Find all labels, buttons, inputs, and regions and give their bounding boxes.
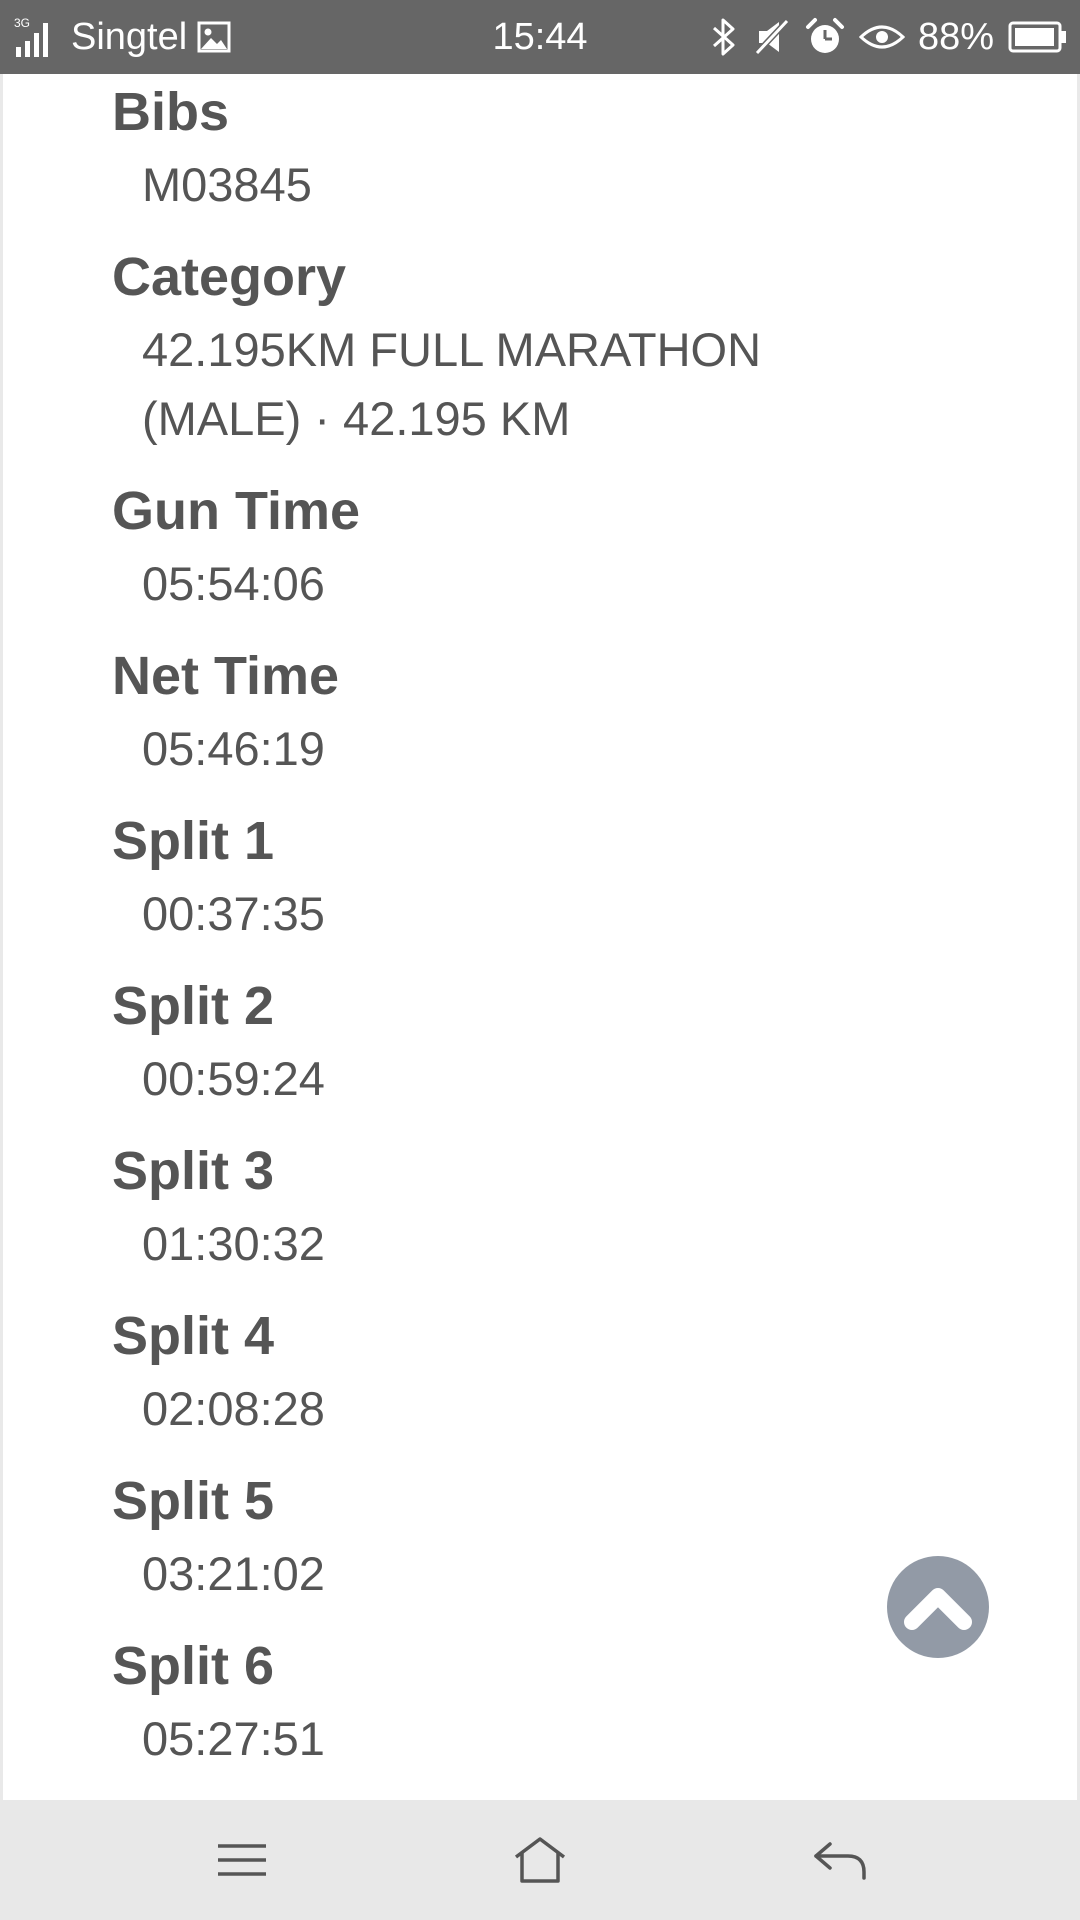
field-net-time: Net Time 05:46:19 (112, 644, 912, 783)
field-value: 02:08:28 (142, 1382, 325, 1435)
eye-icon (858, 20, 905, 54)
chevron-up-icon (902, 1582, 974, 1632)
battery-icon (1008, 20, 1068, 54)
field-value-line: 42.195KM FULL MARATHON (142, 323, 762, 376)
status-bar-left: 3G Singtel (14, 0, 231, 74)
field-label: Split 5 (112, 1471, 275, 1531)
field-value: 01:30:32 (142, 1217, 325, 1270)
field-label: Split 4 (112, 1306, 275, 1366)
menu-icon (214, 1840, 270, 1880)
image-icon (197, 20, 231, 54)
home-icon (512, 1835, 568, 1885)
field-bibs: Bibs M03845 (112, 80, 912, 219)
alarm-icon (805, 17, 845, 57)
field-split-4: Split 4 02:08:28 (112, 1304, 912, 1443)
field-label: Split 1 (112, 811, 275, 871)
scroll-to-top-button[interactable] (887, 1556, 989, 1658)
bluetooth-icon (709, 17, 739, 57)
field-label: Net Time (112, 646, 340, 706)
field-value: 42.195KM FULL MARATHON (MALE) · 42.195 K… (112, 315, 912, 453)
field-value: 05:46:19 (142, 722, 325, 775)
svg-text:3G: 3G (14, 16, 30, 30)
navigation-bar (0, 1800, 1080, 1920)
signal-icon: 3G (14, 15, 58, 59)
field-label: Split 3 (112, 1141, 275, 1201)
field-value: 00:59:24 (142, 1052, 325, 1105)
field-value: 05:27:51 (142, 1712, 325, 1765)
phone-screen: 3G Singtel 15:44 88% Bibs M03845 Categor… (0, 0, 1080, 1920)
field-value: 00:37:35 (142, 887, 325, 940)
field-split-3: Split 3 01:30:32 (112, 1139, 912, 1278)
carrier-name: Singtel (71, 15, 188, 58)
field-category: Category 42.195KM FULL MARATHON (MALE) ·… (112, 245, 912, 453)
field-value: 05:54:06 (142, 557, 325, 610)
menu-button[interactable] (162, 1800, 322, 1920)
field-split-6: Split 6 05:27:51 (112, 1634, 912, 1773)
field-split-2: Split 2 00:59:24 (112, 974, 912, 1113)
mute-icon (753, 17, 791, 57)
field-label: Split 6 (112, 1636, 275, 1696)
home-button[interactable] (460, 1800, 620, 1920)
field-label: Split 2 (112, 976, 275, 1036)
field-label: Gun Time (112, 481, 361, 541)
field-value: M03845 (142, 158, 312, 211)
back-button[interactable] (760, 1800, 920, 1920)
battery-percentage: 88% (917, 15, 994, 58)
clock: 15:44 (492, 15, 588, 58)
field-label: Category (112, 247, 347, 307)
status-bar-right: 88% (702, 0, 1068, 74)
field-label: Bibs (112, 82, 230, 142)
field-split-5: Split 5 03:21:02 (112, 1469, 912, 1608)
field-value-line: (MALE) · 42.195 KM (142, 392, 571, 445)
field-split-1: Split 1 00:37:35 (112, 809, 912, 948)
status-bar: 3G Singtel 15:44 88% (0, 0, 1080, 74)
field-value: 03:21:02 (142, 1547, 325, 1600)
field-gun-time: Gun Time 05:54:06 (112, 479, 912, 618)
back-icon (812, 1838, 868, 1882)
result-details: Bibs M03845 Category 42.195KM FULL MARAT… (0, 74, 1080, 1800)
